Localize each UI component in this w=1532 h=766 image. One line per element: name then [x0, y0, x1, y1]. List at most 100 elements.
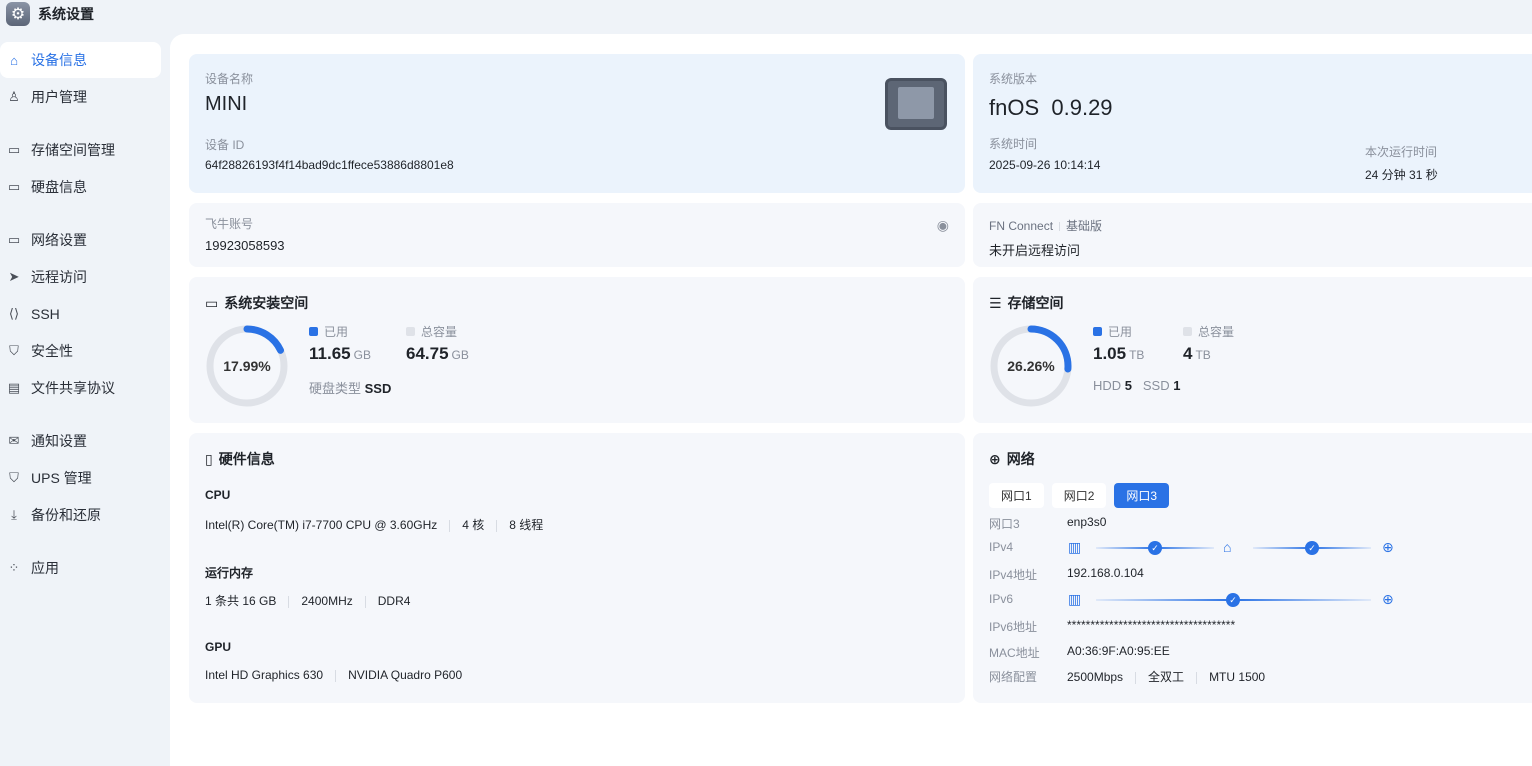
document-icon: ▤ — [7, 380, 21, 395]
sidebar-item-remote[interactable]: ➤ 远程访问 — [0, 259, 161, 295]
usage-percent: 26.26% — [1007, 358, 1055, 374]
sidebar-item-network[interactable]: ▭ 网络设置 — [0, 222, 161, 258]
eye-icon[interactable]: ◉ — [937, 217, 949, 234]
connect-plan: 基础版 — [1066, 219, 1103, 233]
device-id-label: 设备 ID — [205, 138, 245, 152]
gear-icon: ⚙ — [6, 2, 30, 26]
sidebar-item-storage[interactable]: ▭ 存储空间管理 — [0, 132, 161, 168]
cpu-info: Intel(R) Core(TM) i7-7700 CPU @ 3.60GHz 4… — [205, 518, 544, 532]
nav-label: 安全性 — [31, 343, 73, 359]
memory-info: 1 条共 16 GB 2400MHz DDR4 — [205, 594, 411, 608]
mac-address: A0:36:9F:A0:95:EE — [1067, 644, 1170, 658]
nas-icon: ▥ — [1068, 539, 1082, 555]
network-config-label: 网络配置 — [989, 670, 1038, 684]
cpu-label: CPU — [205, 488, 231, 502]
drive-icon: ⌂ — [10, 52, 18, 68]
total-legend-swatch — [1183, 327, 1192, 336]
code-icon: ⟨⟩ — [8, 306, 20, 321]
ipv4-address-label: IPv4地址 — [989, 568, 1038, 582]
ipv6-address-label: IPv6地址 — [989, 620, 1038, 634]
uptime-label: 本次运行时间 — [1365, 145, 1438, 159]
sidebar-item-backup[interactable]: ⤓ 备份和还原 — [0, 497, 161, 533]
title-bar: ⚙ 系统设置 — [0, 0, 94, 28]
nav-label: SSH — [31, 306, 60, 322]
globe-icon: ⊕ — [1382, 539, 1394, 555]
nav-label: 用户管理 — [31, 89, 87, 105]
used-label: 已用 — [1108, 325, 1133, 339]
memory-label: 运行内存 — [205, 566, 254, 580]
check-icon: ✓ — [1226, 593, 1240, 607]
nas-icon: ▥ — [1068, 591, 1082, 607]
account-label: 飞牛账号 — [205, 217, 254, 231]
used-label: 已用 — [324, 325, 349, 339]
version-number: 0.9.29 — [1051, 95, 1113, 120]
ipv4-label: IPv4 — [989, 540, 1014, 554]
device-name-label: 设备名称 — [205, 72, 254, 86]
uptime: 24 分钟 31 秒 — [1365, 168, 1438, 182]
gpu-info: Intel HD Graphics 630 NVIDIA Quadro P600 — [205, 668, 463, 682]
total-legend-swatch — [406, 327, 415, 336]
nav-label: 通知设置 — [31, 433, 87, 449]
account-card: 飞牛账号 19923058593 ◉ — [189, 203, 965, 267]
nav-label: 远程访问 — [31, 269, 87, 285]
sidebar-item-device-info[interactable]: ⌂ 设备信息 — [0, 42, 161, 78]
sidebar-item-users[interactable]: ♙ 用户管理 — [0, 79, 161, 115]
tab-port-2[interactable]: 网口2 — [1051, 483, 1107, 508]
system-card: 系统版本 fnOS 0.9.29 系统时间 2025-09-26 10:14:1… — [973, 54, 1532, 193]
shield-icon: ⛉ — [9, 343, 19, 358]
router-icon: ⌂ — [1223, 539, 1232, 555]
nav-label: 网络设置 — [31, 232, 87, 248]
globe-icon: ⊕ — [989, 450, 1001, 467]
disk-counts: HDD 5 SSD 1 — [1093, 378, 1181, 393]
sidebar-item-ups[interactable]: ⛉ UPS 管理 — [0, 460, 161, 496]
apps-icon: ⁘ — [8, 560, 20, 575]
os-name: fnOS — [989, 95, 1040, 120]
nav-label: 备份和还原 — [31, 507, 101, 523]
network-card: ⊕ 网络 网口1 网口2 网口3 网口3 enp3s0 IPv4 ▥ ✓ ⌂ ✓ ⊕… — [973, 433, 1532, 703]
total-value: 64.75 GB — [406, 344, 469, 363]
sidebar-item-disks[interactable]: ▭ 硬盘信息 — [0, 169, 161, 205]
used-legend-swatch — [309, 327, 318, 336]
check-icon: ✓ — [1148, 541, 1162, 555]
system-usage-ring: 17.99% — [205, 324, 289, 408]
usage-percent: 17.99% — [223, 358, 271, 374]
connect-status: 未开启远程访问 — [989, 243, 1081, 258]
system-time: 2025-09-26 10:14:14 — [989, 158, 1101, 172]
storage-card: ☰ 存储空间 26.26% 已用 1.05 TB 总容量 4 TB HDD 5 SSD… — [973, 277, 1532, 423]
nav-label: 存储空间管理 — [31, 142, 115, 158]
fn-connect-card: FN Connect 基础版 未开启远程访问 — [973, 203, 1532, 267]
port-label: 网口3 — [989, 517, 1020, 531]
card-title: 网络 — [1006, 451, 1035, 467]
device-id: 64f28826193f4f14bad9dc1ffece53886d8801e8 — [205, 158, 454, 172]
mac-label: MAC地址 — [989, 646, 1040, 660]
used-value: 11.65 GB — [309, 344, 371, 363]
disk-type: 硬盘类型 SSD — [309, 381, 392, 396]
drive-icon: ▭ — [205, 294, 219, 311]
sidebar-item-notifications[interactable]: ✉ 通知设置 — [0, 423, 161, 459]
shield-icon: ⛉ — [9, 470, 19, 485]
total-label: 总容量 — [1198, 325, 1235, 339]
os-version: fnOS 0.9.29 — [989, 95, 1532, 121]
connect-label: FN Connect — [989, 219, 1054, 233]
inbox-icon: ▭ — [7, 142, 21, 157]
storage-icon: ☰ — [989, 294, 1002, 311]
tab-port-3[interactable]: 网口3 — [1114, 483, 1170, 508]
sidebar-item-ssh[interactable]: ⟨⟩ SSH — [0, 296, 161, 332]
nas-device-icon — [885, 78, 947, 130]
used-value: 1.05 TB — [1093, 344, 1145, 363]
card-title: 硬件信息 — [218, 451, 275, 467]
gpu-label: GPU — [205, 640, 232, 654]
app-title: 系统设置 — [38, 6, 94, 22]
sidebar: ⌂ 设备信息 ♙ 用户管理 ▭ 存储空间管理 ▭ 硬盘信息 ▭ 网络设置 ➤ 远程访问 ⟨⟩… — [0, 42, 161, 587]
ipv6-label: IPv6 — [989, 592, 1014, 606]
card-title: 存储空间 — [1007, 295, 1064, 311]
sidebar-item-apps[interactable]: ⁘ 应用 — [0, 550, 161, 586]
tab-port-1[interactable]: 网口1 — [989, 483, 1044, 508]
globe-icon: ⊕ — [1382, 591, 1394, 607]
total-value: 4 TB — [1183, 344, 1211, 363]
user-gear-icon: ♙ — [8, 89, 20, 104]
sidebar-item-security[interactable]: ⛉ 安全性 — [0, 333, 161, 369]
check-icon: ✓ — [1305, 541, 1319, 555]
send-icon: ➤ — [8, 269, 20, 284]
sidebar-item-file-sharing[interactable]: ▤ 文件共享协议 — [0, 370, 161, 406]
